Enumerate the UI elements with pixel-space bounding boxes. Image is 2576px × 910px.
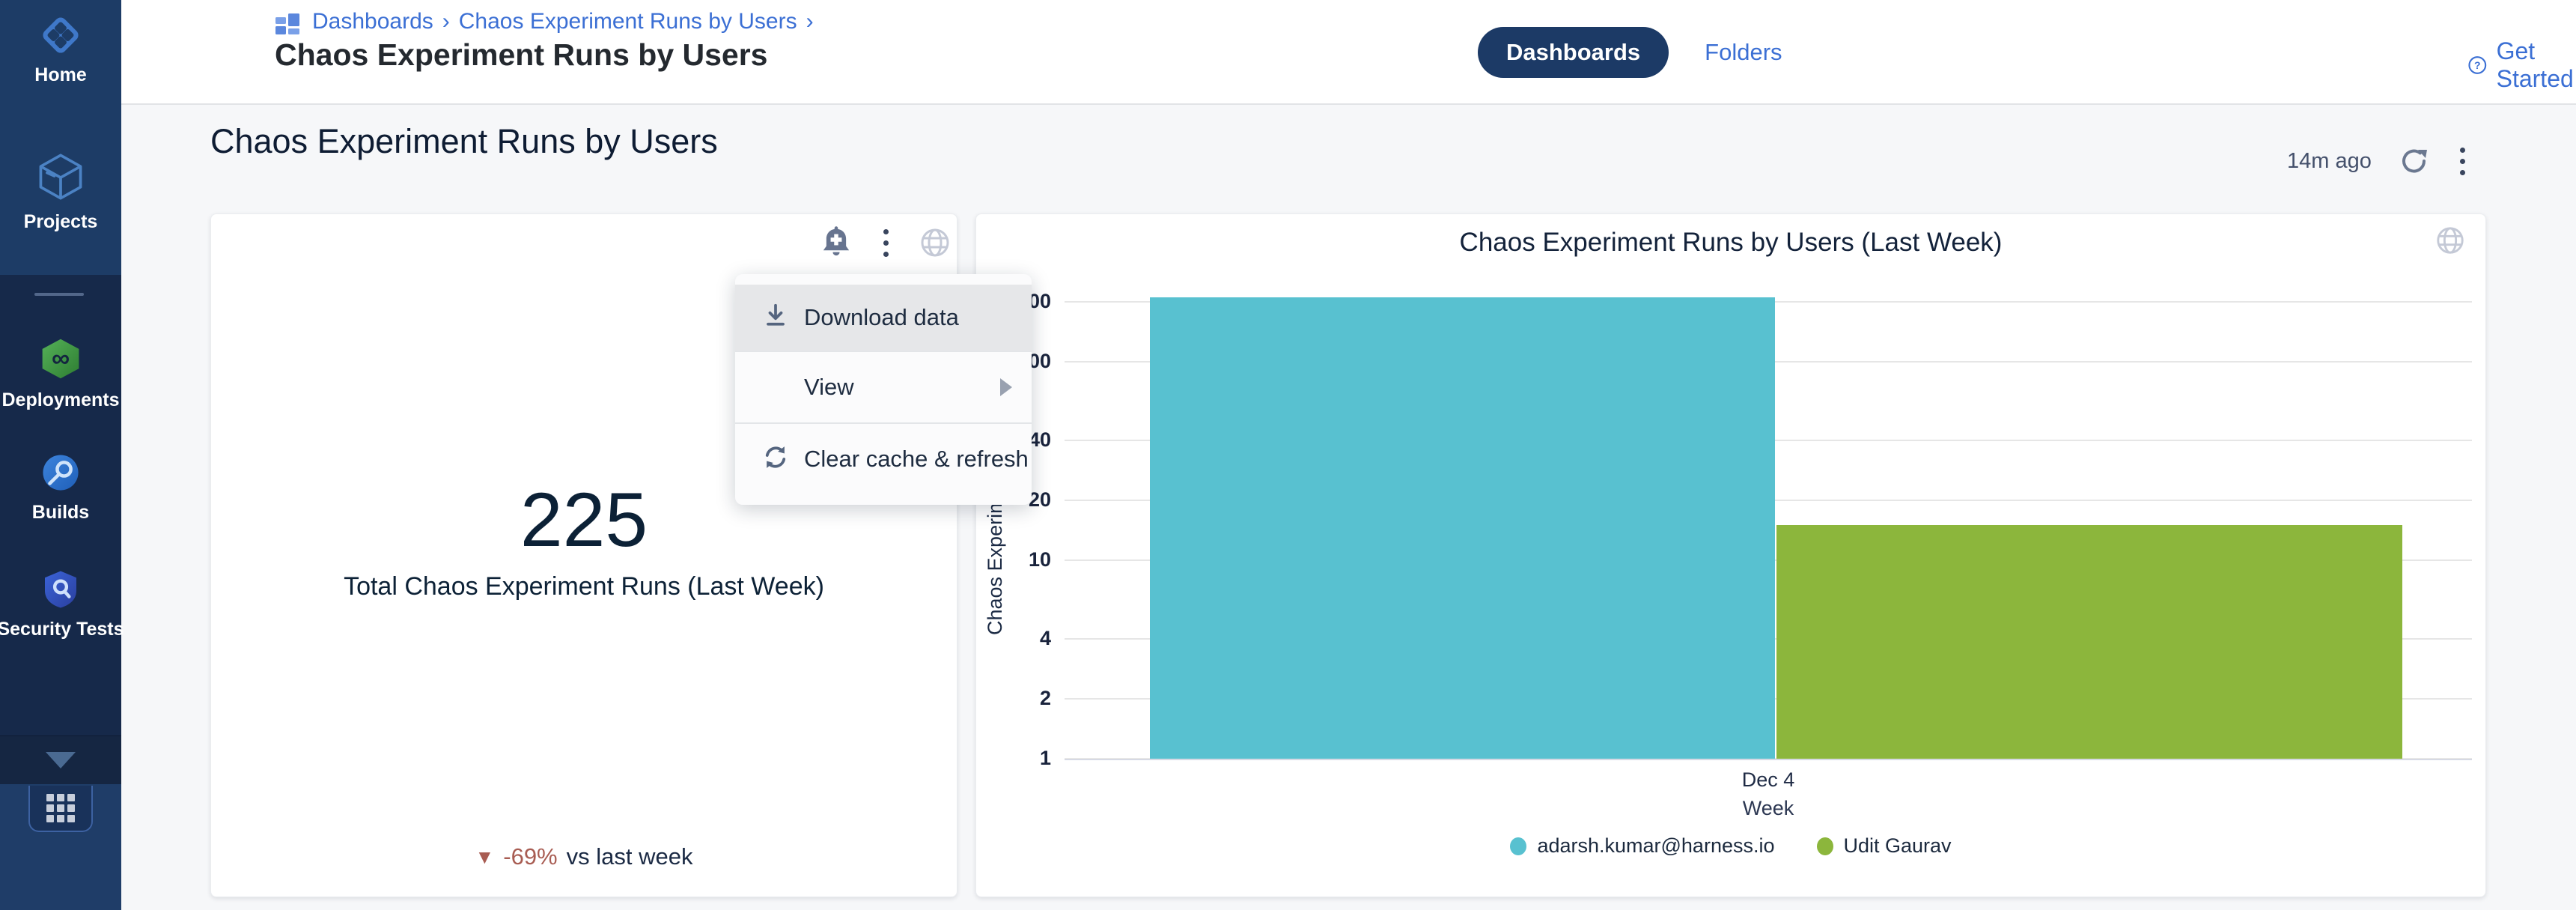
tile-globe-button[interactable] — [919, 226, 951, 259]
refresh-icon — [2397, 144, 2432, 178]
chevron-right-icon — [1000, 378, 1012, 396]
chevron-down-icon[interactable] — [46, 752, 76, 768]
alert-bell-add-button[interactable] — [819, 225, 853, 261]
breadcrumb-separator: › — [442, 9, 450, 34]
deployments-hexagon-icon: ∞ — [38, 336, 83, 382]
dashboard-refresh-meta: 14m ago — [2287, 144, 2468, 178]
kpi-delta-row: ▼ -69% vs last week — [211, 843, 957, 870]
legend-dot — [1817, 837, 1833, 855]
chart-plot — [1065, 293, 2472, 759]
globe-icon — [919, 226, 951, 259]
breadcrumb: Dashboards › Chaos Experiment Runs by Us… — [275, 9, 814, 34]
svg-text:∞: ∞ — [52, 344, 70, 372]
sidebar-nav: Home Projects ∞ Deployments — [0, 0, 121, 910]
sidebar-divider — [34, 293, 84, 296]
tile-kebab-menu-button[interactable] — [880, 226, 892, 260]
refresh-button[interactable] — [2397, 144, 2432, 178]
sidebar-item-deployments[interactable]: ∞ Deployments — [0, 336, 121, 411]
chart-globe-button[interactable] — [2435, 225, 2466, 256]
menu-item-clear-cache-refresh[interactable]: Clear cache & refresh — [735, 424, 1032, 494]
legend-dot — [1510, 837, 1526, 855]
tab-folders[interactable]: Folders — [1705, 39, 1782, 66]
sidebar-collapse-strip — [0, 735, 121, 784]
svg-text:?: ? — [2474, 59, 2481, 71]
page-title: Chaos Experiment Runs by Users — [275, 37, 767, 73]
legend-item[interactable]: adarsh.kumar@harness.io — [1510, 834, 1774, 858]
breadcrumb-dashboards[interactable]: Dashboards — [312, 9, 433, 34]
bar-Udit Gaurav[interactable] — [1776, 525, 2402, 759]
home-harness-icon — [39, 13, 82, 57]
help-question-icon: ? — [2467, 51, 2488, 79]
last-refreshed-label: 14m ago — [2287, 149, 2372, 174]
y-tick-label: 1 — [976, 747, 1051, 770]
apps-grid-icon — [46, 794, 75, 822]
sidebar-item-security-tests[interactable]: Security Tests — [0, 568, 121, 640]
bell-plus-icon — [819, 225, 853, 261]
sidebar-item-projects[interactable]: Projects — [0, 150, 121, 233]
builds-icon — [39, 451, 82, 494]
view-tabs: Dashboards Folders — [1478, 27, 1782, 78]
delta-suffix: vs last week — [567, 843, 693, 870]
get-started-label: Get Started — [2497, 37, 2576, 93]
sidebar-bottom-section — [0, 784, 121, 910]
delta-value: -69% — [503, 843, 557, 870]
legend-label: Udit Gaurav — [1844, 834, 1952, 858]
cube-icon — [35, 150, 86, 204]
download-icon — [761, 302, 791, 334]
dashboard-heading: Chaos Experiment Runs by Users — [210, 122, 718, 161]
sidebar-item-builds[interactable]: Builds — [0, 451, 121, 524]
harness-dashboard-app: Dashboards › Chaos Experiment Runs by Us… — [0, 0, 2576, 910]
bar-adarsh.kumar@harness.io[interactable] — [1150, 297, 1775, 759]
chart-legend: adarsh.kumar@harness.io Udit Gaurav — [976, 834, 2485, 858]
dashboard-kebab-menu-button[interactable] — [2457, 145, 2468, 178]
sidebar-item-home[interactable]: Home — [0, 13, 121, 86]
module-switcher-button[interactable] — [28, 786, 93, 832]
y-tick-label: 2 — [976, 687, 1051, 710]
legend-item[interactable]: Udit Gaurav — [1817, 834, 1952, 858]
globe-icon — [2435, 225, 2466, 256]
y-tick-label: 4 — [976, 627, 1051, 650]
breadcrumb-separator: › — [806, 9, 814, 34]
security-shield-icon — [40, 568, 82, 611]
top-bar: Dashboards › Chaos Experiment Runs by Us… — [121, 0, 2576, 105]
y-tick-label: 10 — [976, 548, 1051, 571]
x-axis-title: Week — [1065, 797, 2472, 820]
breadcrumb-current[interactable]: Chaos Experiment Runs by Users — [459, 9, 797, 34]
dashboards-tiles-icon — [275, 9, 303, 34]
chart-title: Chaos Experiment Runs by Users (Last Wee… — [976, 228, 2485, 258]
chart-tile-card: Chaos Experiment Runs by Users (Last Wee… — [975, 213, 2486, 897]
tile-header-actions — [819, 225, 951, 261]
menu-item-download-data[interactable]: Download data — [735, 285, 1032, 351]
delta-down-triangle-icon: ▼ — [475, 846, 495, 869]
tab-dashboards[interactable]: Dashboards — [1478, 27, 1669, 78]
x-axis-category-label: Dec 4 — [1065, 768, 2472, 792]
legend-label: adarsh.kumar@harness.io — [1537, 834, 1774, 858]
refresh-cycle-icon — [761, 443, 791, 476]
get-started-link[interactable]: ? Get Started — [2467, 37, 2576, 93]
menu-item-view[interactable]: View — [735, 352, 1032, 422]
kpi-label: Total Chaos Experiment Runs (Last Week) — [211, 572, 957, 601]
tile-context-menu: Download data View Clear cache & refresh — [735, 274, 1032, 505]
